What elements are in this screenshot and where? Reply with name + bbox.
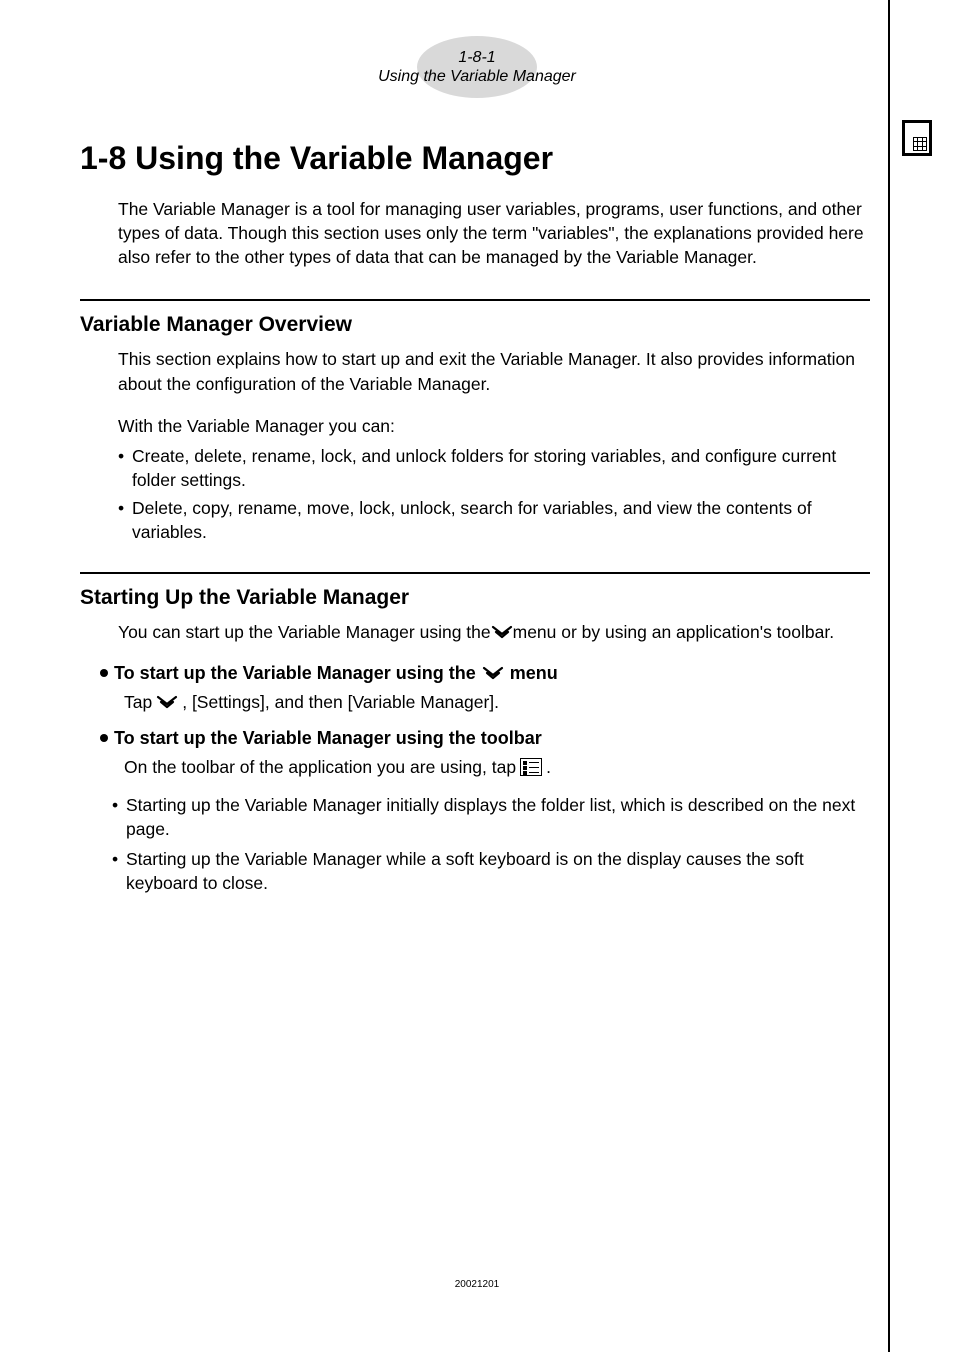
header-page-title: Using the Variable Manager [378, 67, 576, 86]
text-fragment: Tap [124, 690, 152, 714]
settings-menu-icon [156, 695, 178, 709]
list-item: Delete, copy, rename, move, lock, unlock… [118, 496, 870, 544]
subheading-toolbar: To start up the Variable Manager using t… [100, 728, 870, 749]
text-fragment: On the toolbar of the application you ar… [124, 755, 516, 779]
list-item: Create, delete, rename, lock, and unlock… [118, 444, 870, 492]
page-title: 1-8 Using the Variable Manager [80, 140, 870, 177]
page-right-rule [888, 0, 890, 1352]
section-heading-overview: Variable Manager Overview [80, 313, 870, 337]
text-fragment: You can start up the Variable Manager us… [118, 620, 491, 644]
list-item: Starting up the Variable Manager initial… [112, 793, 870, 841]
subheading-text: menu [510, 663, 558, 684]
starting-paragraph: You can start up the Variable Manager us… [118, 620, 870, 644]
settings-menu-icon [491, 625, 513, 639]
starting-bullets: Starting up the Variable Manager initial… [112, 793, 870, 896]
page: 1-8-1 Using the Variable Manager 1-8 Usi… [0, 0, 954, 1352]
text-fragment: , [Settings], and then [Variable Manager… [182, 690, 499, 714]
overview-paragraph: This section explains how to start up an… [118, 347, 870, 395]
content-area: 1-8 Using the Variable Manager The Varia… [80, 140, 870, 923]
calculator-keypad-icon [913, 137, 927, 151]
settings-menu-icon [482, 666, 504, 680]
header-page-ref: 1-8-1 [458, 48, 495, 67]
overview-bullets: Create, delete, rename, lock, and unlock… [118, 444, 870, 545]
variable-manager-toolbar-icon [520, 758, 542, 776]
tap-instruction-menu: Tap , [Settings], and then [Variable Man… [124, 690, 870, 714]
bullet-dot-icon [100, 734, 108, 742]
section-heading-starting: Starting Up the Variable Manager [80, 586, 870, 610]
subheading-text: To start up the Variable Manager using t… [114, 663, 476, 684]
list-item: Starting up the Variable Manager while a… [112, 847, 870, 895]
header-badge: 1-8-1 Using the Variable Manager [417, 36, 537, 98]
section-divider [80, 572, 870, 574]
section-divider [80, 299, 870, 301]
text-fragment: . [546, 755, 551, 779]
intro-paragraph: The Variable Manager is a tool for manag… [118, 197, 870, 269]
tap-instruction-toolbar: On the toolbar of the application you ar… [124, 755, 870, 779]
overview-with-line: With the Variable Manager you can: [118, 414, 870, 438]
text-fragment: menu or by using an application's toolba… [513, 620, 834, 644]
bullet-dot-icon [100, 669, 108, 677]
calculator-icon [902, 120, 932, 156]
subheading-text: To start up the Variable Manager using t… [114, 728, 542, 749]
footer-date-code: 20021201 [455, 1279, 500, 1290]
subheading-menu: To start up the Variable Manager using t… [100, 663, 870, 684]
